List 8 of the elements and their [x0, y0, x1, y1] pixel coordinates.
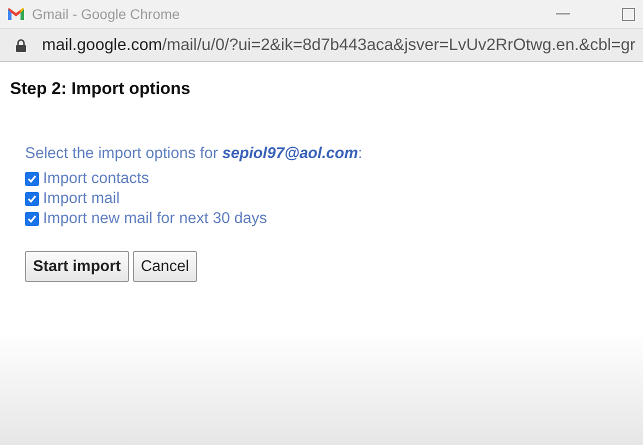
- cancel-button[interactable]: Cancel: [132, 250, 198, 282]
- option-label: Import mail: [43, 188, 120, 209]
- option-label: Import new mail for next 30 days: [43, 208, 267, 229]
- import-prompt: Select the import options for sepiol97@aol.com:: [25, 144, 364, 164]
- window-title: Gmail - Google Chrome: [32, 4, 181, 24]
- start-import-button[interactable]: Start import: [25, 250, 129, 282]
- option-label: Import contacts: [43, 168, 149, 189]
- page-heading: Step 2: Import options: [10, 78, 192, 100]
